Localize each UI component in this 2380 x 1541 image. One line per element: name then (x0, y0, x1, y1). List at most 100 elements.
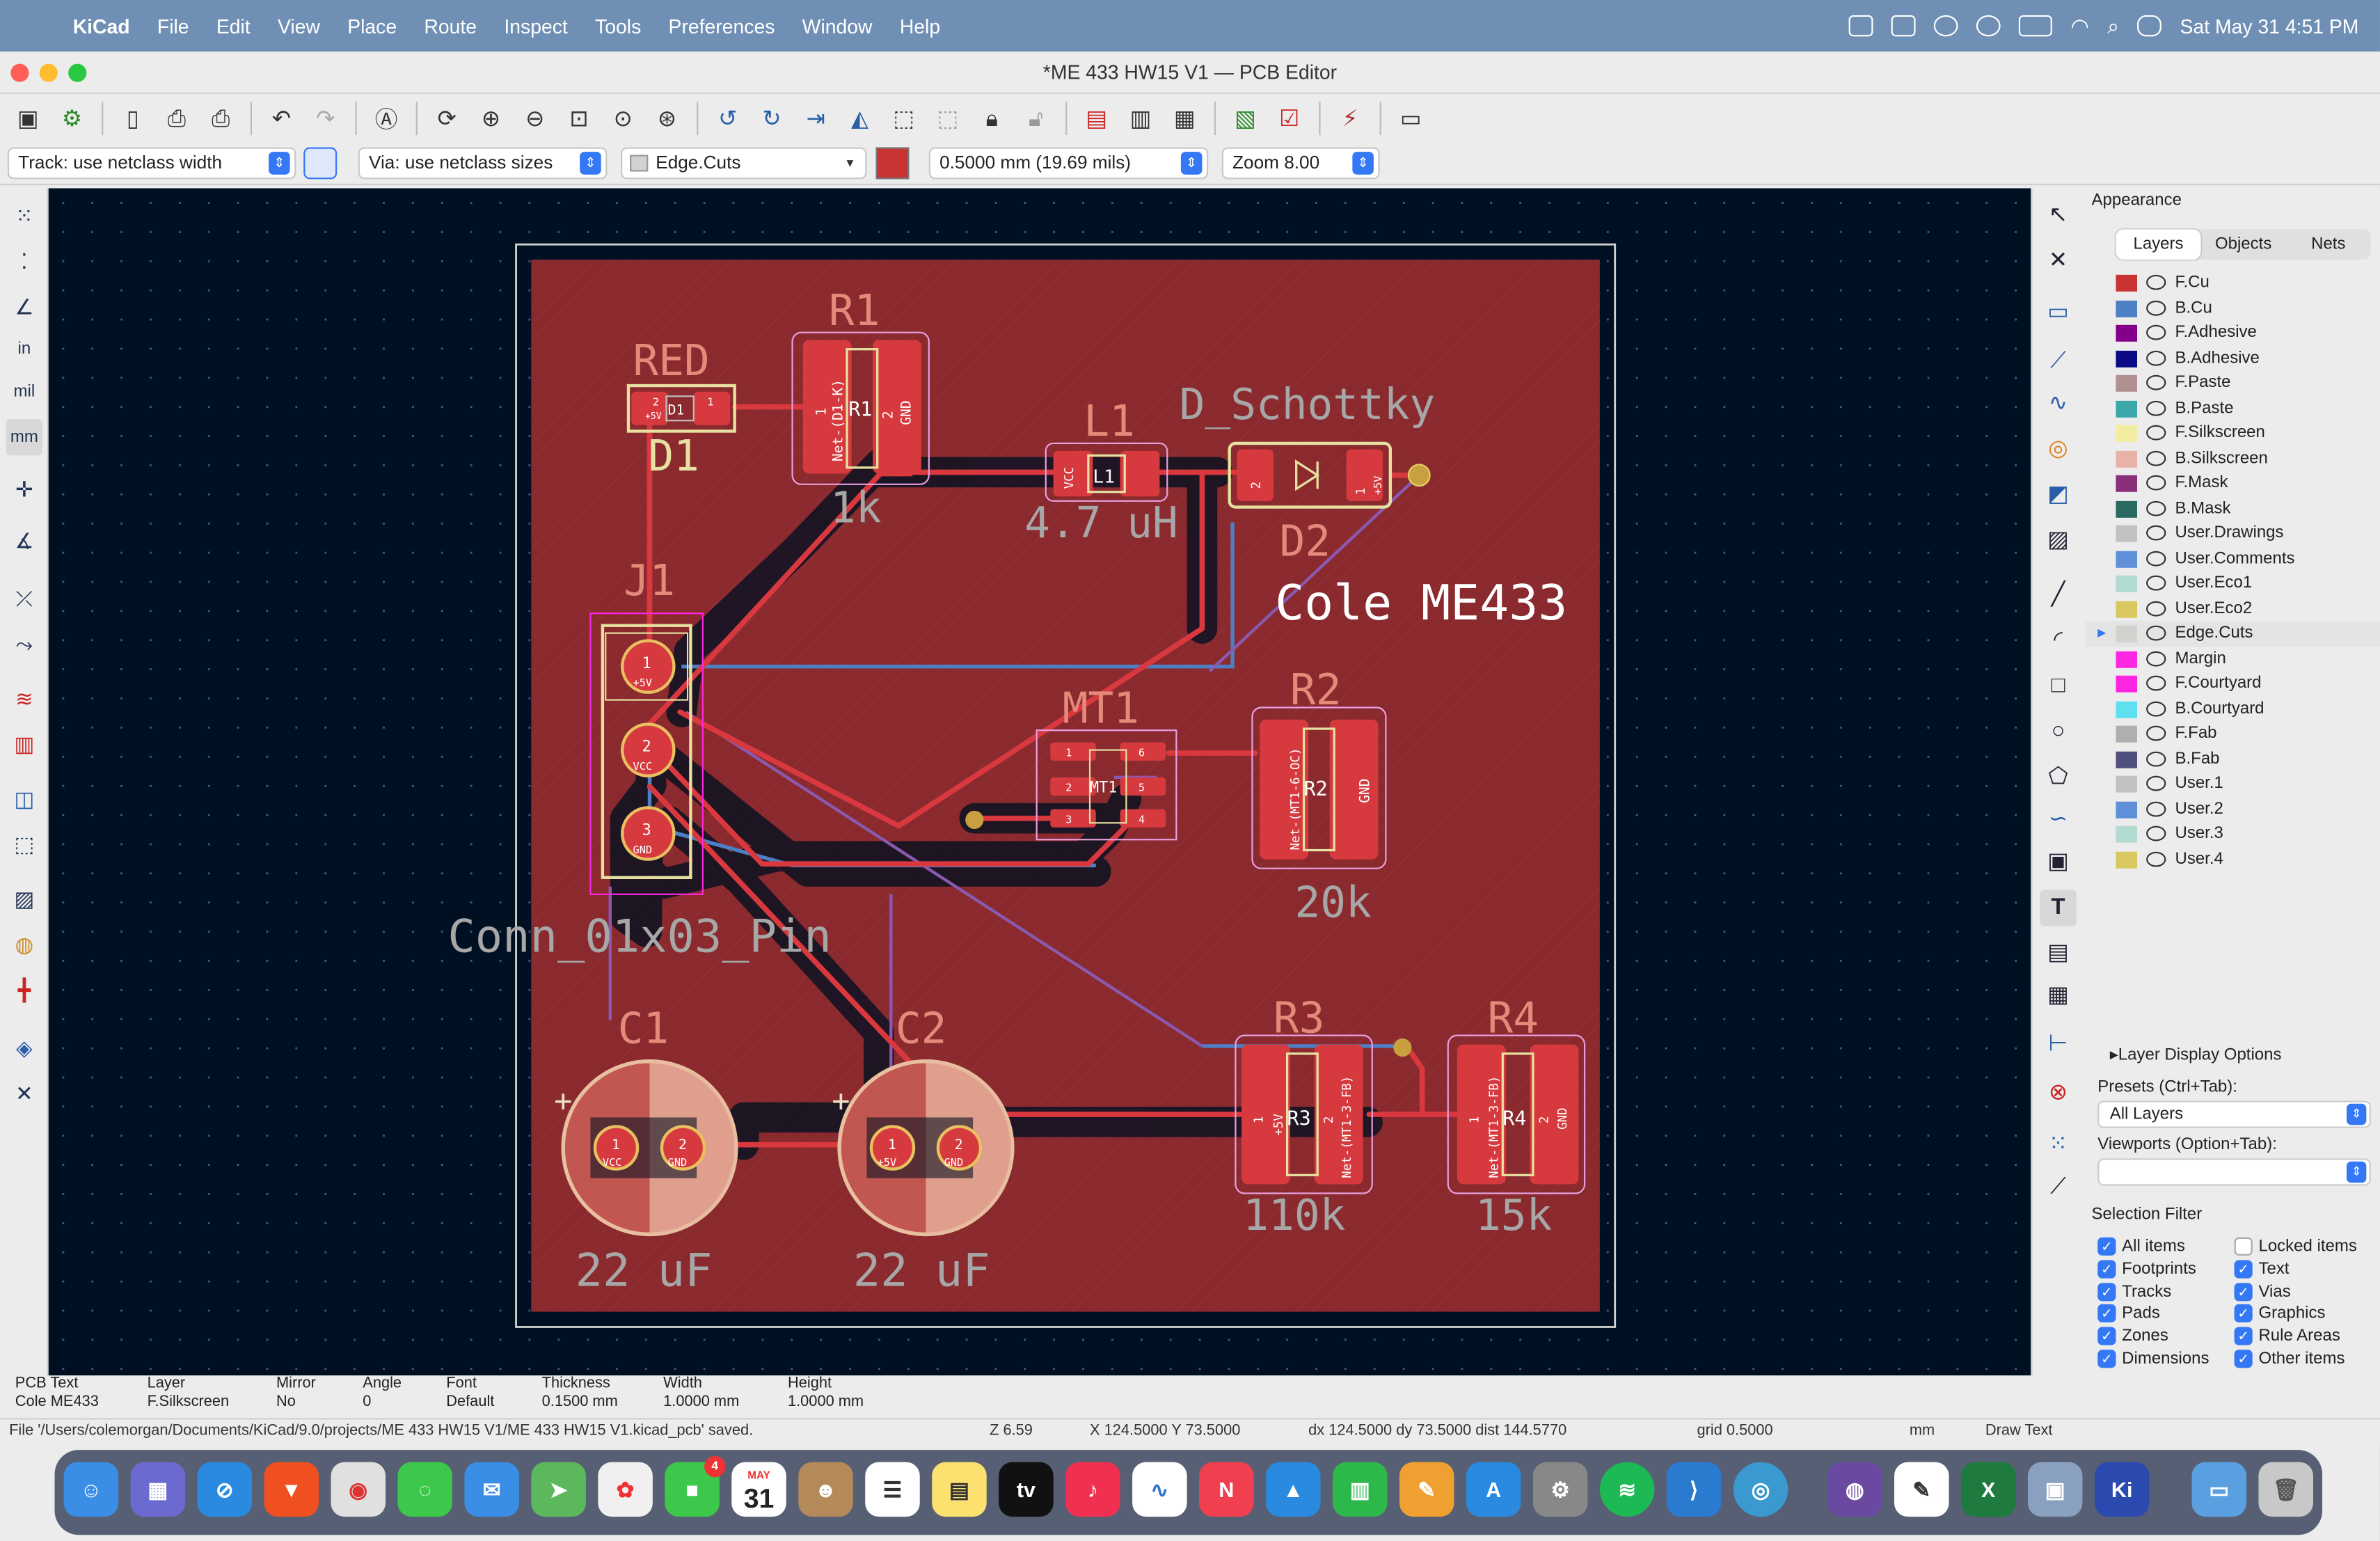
eye-icon[interactable] (2146, 750, 2166, 766)
layer-color-swatch[interactable] (2116, 700, 2137, 718)
kicad-icon[interactable]: Ki (2094, 1462, 2150, 1517)
news-icon[interactable]: N (1199, 1462, 1254, 1517)
numbers-icon[interactable]: ▥ (1333, 1462, 1388, 1517)
add-image-icon[interactable]: ▣ (2040, 844, 2076, 880)
eye-icon[interactable] (2146, 324, 2166, 340)
layer-color-swatch[interactable] (2116, 425, 2137, 442)
eye-icon[interactable] (2146, 575, 2166, 591)
zone-outline-icon[interactable]: ⬚ (6, 826, 42, 862)
zone-display-icon[interactable]: ◫ (6, 780, 42, 816)
eye-icon[interactable] (2146, 374, 2166, 390)
system-settings-icon[interactable]: ⚙ (1532, 1462, 1588, 1517)
layer-row[interactable]: B.Cu (2086, 295, 2380, 320)
checkbox-icon[interactable]: ✓ (2097, 1327, 2116, 1346)
layer-color-swatch[interactable] (2116, 525, 2137, 542)
layer-row[interactable]: F.Paste (2086, 370, 2380, 395)
pad-display-icon[interactable]: ▥ (6, 726, 42, 762)
find-icon[interactable]: Ⓐ (367, 100, 406, 138)
checkbox-icon[interactable]: ✓ (2234, 1260, 2253, 1279)
flip-icon[interactable]: ⇥ (797, 100, 835, 138)
selection-filter-checkbox[interactable]: ✓ Text (2234, 1258, 2290, 1280)
brave-icon[interactable]: ▼ (264, 1462, 319, 1517)
zoom-out-icon[interactable]: ⊖ (516, 100, 555, 138)
checkbox-icon[interactable]: ✓ (2234, 1350, 2253, 1368)
grid-icon[interactable]: ⁙ (6, 198, 42, 234)
mil-units-button[interactable]: mil (6, 374, 42, 410)
measure-icon[interactable]: ⟋ (2040, 1169, 2076, 1206)
eye-icon[interactable] (2146, 800, 2166, 816)
freeform-icon[interactable]: ∿ (1132, 1462, 1187, 1517)
layer-row[interactable]: ▸ Edge.Cuts (2085, 621, 2380, 647)
textedit-icon[interactable]: ✎ (1894, 1462, 1949, 1517)
layer-row[interactable]: B.Silkscreen (2086, 445, 2380, 471)
layer-color-swatch[interactable] (2116, 851, 2137, 868)
draw-line-icon[interactable]: ╱ (2040, 577, 2076, 613)
delete-tool-icon[interactable]: ⊗ (2040, 1075, 2076, 1111)
plot-icon[interactable]: ⎙ (202, 100, 240, 138)
selection-filter-checkbox[interactable]: ✓ Rule Areas (2234, 1326, 2340, 1348)
presets-select[interactable]: All Layers ⇕ (2097, 1100, 2371, 1128)
mm-units-button[interactable]: mm (6, 419, 43, 456)
drc-report-icon[interactable]: ☑ (1271, 100, 1309, 138)
layer-row[interactable]: B.Paste (2086, 395, 2380, 420)
cursor-shape-icon[interactable]: ✛ (6, 471, 42, 507)
layer-color-swatch[interactable] (2116, 825, 2137, 843)
eye-icon[interactable] (2146, 625, 2166, 641)
scripting-console-icon[interactable]: ▭ (1392, 100, 1430, 138)
auto-track-width-icon[interactable] (303, 147, 338, 180)
eye-icon[interactable] (2146, 525, 2166, 541)
checkbox-icon[interactable]: ✓ (2097, 1282, 2116, 1301)
chrome-icon[interactable]: ◉ (331, 1462, 386, 1517)
messages-icon[interactable]: ◌ (397, 1462, 452, 1517)
selection-filter-checkbox[interactable]: ✓ Footprints (2097, 1258, 2196, 1280)
page-settings-icon[interactable]: ▯ (114, 100, 152, 138)
facetime-icon[interactable]: ■ 4 (665, 1455, 726, 1517)
footprint-browser-icon[interactable]: ▥ (1122, 100, 1160, 138)
rotate-cw-icon[interactable]: ↻ (753, 100, 791, 138)
selection-filter-checkbox[interactable]: ✓ Tracks (2097, 1281, 2171, 1302)
keynote-icon[interactable]: ▲ (1266, 1462, 1321, 1517)
zoom-fit-icon[interactable]: ⊡ (560, 100, 598, 138)
properties-icon[interactable]: ✕ (6, 1075, 42, 1111)
grid-origin-icon[interactable]: ⁙ (2040, 1127, 2076, 1163)
eye-icon[interactable] (2146, 475, 2166, 491)
layer-row[interactable]: F.Fab (2086, 721, 2380, 746)
network-app-icon[interactable]: ◎ (1733, 1462, 1788, 1517)
eye-icon[interactable] (2146, 675, 2166, 691)
layer-color-swatch[interactable] (2116, 675, 2137, 693)
vscode-icon[interactable]: ⟩ (1666, 1462, 1722, 1517)
close-window-button[interactable] (10, 63, 29, 82)
polar-coords-icon[interactable]: ∠ (6, 288, 42, 324)
draw-arc-icon[interactable]: ◜ (2040, 622, 2076, 658)
group-icon[interactable]: ⬚ (885, 100, 923, 138)
draw-rectangle-icon[interactable]: □ (2040, 668, 2076, 704)
add-footprint-icon[interactable]: ▭ (2040, 294, 2076, 331)
app-store-icon[interactable]: A (1466, 1462, 1521, 1517)
checkbox-icon[interactable]: ✓ (2234, 1304, 2253, 1323)
drc-icon[interactable]: ▧ (1226, 100, 1264, 138)
lock-icon[interactable]: 🔒︎ (973, 100, 1011, 138)
layer-color-swatch[interactable] (2116, 725, 2137, 743)
selection-filter-checkbox[interactable]: ✓ All items (2097, 1236, 2185, 1258)
curved-ratsnest-icon[interactable]: ⤳ (6, 626, 42, 662)
layer-row[interactable]: F.Cu (2086, 270, 2380, 295)
layer-row[interactable]: F.Adhesive (2086, 320, 2380, 345)
layer-row[interactable]: User.Eco1 (2086, 571, 2380, 596)
checkbox-icon[interactable]: ✓ (2097, 1304, 2116, 1323)
selection-filter-checkbox[interactable]: Locked items (2234, 1236, 2357, 1258)
checkbox-icon[interactable]: ✓ (2097, 1350, 2116, 1368)
apple-tv-icon[interactable]: tv (999, 1462, 1054, 1517)
layer-color-swatch[interactable] (2116, 349, 2137, 367)
zoom-select[interactable]: Zoom 8.00 ⇕ (1221, 147, 1380, 180)
draw-circle-icon[interactable]: ○ (2040, 713, 2076, 750)
tab-layers[interactable]: Layers (2116, 229, 2201, 260)
control-center-icon[interactable] (2137, 15, 2162, 37)
selection-filter-checkbox[interactable]: ✓ Other items (2234, 1348, 2345, 1370)
refresh-icon[interactable]: ⟳ (428, 100, 466, 138)
layer-color-swatch[interactable] (2116, 475, 2137, 492)
eye-icon[interactable] (2146, 400, 2166, 416)
zoom-in-icon[interactable]: ⊕ (472, 100, 510, 138)
layer-row[interactable]: F.Mask (2086, 471, 2380, 496)
menu-route[interactable]: Route (424, 15, 477, 38)
ratsnest-icon[interactable]: ⤫ (6, 580, 42, 616)
